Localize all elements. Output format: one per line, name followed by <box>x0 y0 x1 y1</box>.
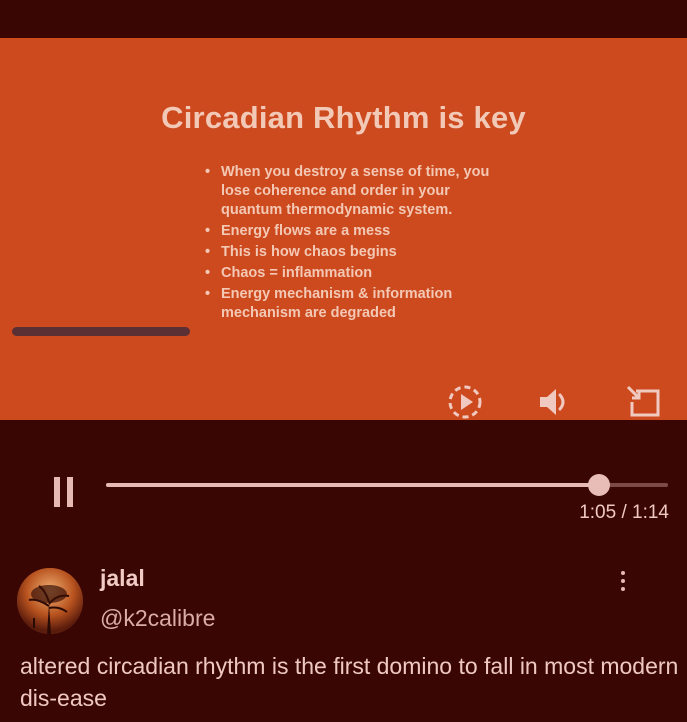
slide-bullet: Chaos = inflammation <box>205 264 495 283</box>
replay-icon[interactable] <box>445 382 485 420</box>
volume-icon[interactable] <box>534 382 574 420</box>
slide-bullet: When you destroy a sense of time, you lo… <box>205 163 495 220</box>
post-text: altered circadian rhythm is the first do… <box>20 653 679 711</box>
video-player[interactable]: Circadian Rhythm is key When you destroy… <box>0 38 687 420</box>
more-icon-dot <box>621 571 625 575</box>
more-icon-dot <box>621 587 625 591</box>
seek-handle[interactable] <box>588 474 611 496</box>
slide-bullet: This is how chaos begins <box>205 243 495 262</box>
playback-time: 1:05 / 1:14 <box>579 502 669 523</box>
pause-icon <box>53 477 60 507</box>
slide-bullets: When you destroy a sense of time, you lo… <box>205 163 495 325</box>
post-username[interactable]: jalal <box>100 565 145 592</box>
more-options-button[interactable] <box>610 566 636 596</box>
pause-icon-bar <box>66 477 73 507</box>
more-icon-dot <box>621 579 625 583</box>
post-handle[interactable]: @k2calibre <box>100 605 215 632</box>
seek-bar[interactable] <box>106 474 668 496</box>
slide-bullet: Energy flows are a mess <box>205 222 495 241</box>
seek-bar-progress <box>106 483 600 487</box>
slide-bullet: Energy mechanism & information mechanism… <box>205 285 495 323</box>
tweet-video-page: Circadian Rhythm is key When you destroy… <box>0 0 687 722</box>
slide-title: Circadian Rhythm is key <box>161 100 526 135</box>
fullscreen-icon[interactable] <box>622 382 662 420</box>
pause-button[interactable] <box>45 474 81 510</box>
slide-decorative-bar <box>12 327 190 336</box>
avatar[interactable] <box>17 568 83 634</box>
